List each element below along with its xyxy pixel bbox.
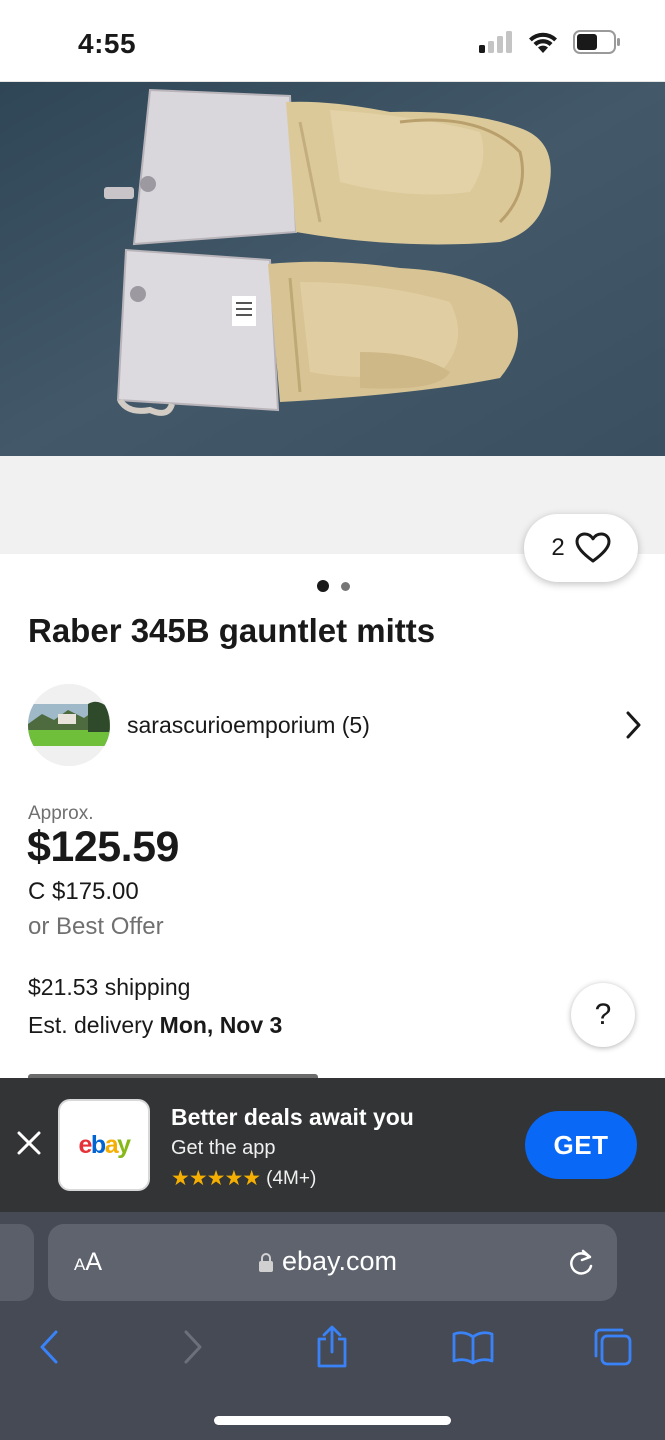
ebay-logo: ebay: [78, 1130, 132, 1159]
app-install-banner: ebay Better deals await you Get the app …: [0, 1078, 665, 1212]
star-rating-icon: ★★★★★: [171, 1167, 261, 1190]
price: $125.59: [27, 823, 179, 871]
status-icons: [479, 30, 621, 54]
shipping-cost: $21.53 shipping: [28, 974, 191, 1000]
wifi-icon: [529, 32, 557, 53]
image-pagination: [0, 580, 665, 592]
rating-count: (4M+): [266, 1167, 317, 1189]
url-display[interactable]: ebay.com: [258, 1246, 397, 1277]
reload-icon[interactable]: [567, 1248, 595, 1278]
approx-label: Approx.: [28, 803, 94, 824]
previous-tab-edge[interactable]: [0, 1224, 34, 1301]
seller-row[interactable]: sarascurioemporium (5): [28, 684, 643, 766]
seller-avatar: [28, 684, 110, 766]
address-bar[interactable]: AA ebay.com: [48, 1224, 617, 1301]
heart-icon: [575, 532, 611, 563]
lock-icon: [259, 1252, 273, 1272]
share-icon[interactable]: [307, 1322, 357, 1372]
best-offer-label: or Best Offer: [28, 913, 164, 940]
forward-icon[interactable]: [168, 1322, 218, 1372]
cellular-signal-icon: [479, 31, 512, 53]
banner-subtitle: Get the app: [171, 1137, 276, 1159]
watch-count: 2: [551, 534, 565, 561]
gauntlet-mitts-photo: [0, 82, 665, 456]
seller-name[interactable]: sarascurioemporium (5): [127, 712, 370, 739]
tabs-icon[interactable]: [588, 1322, 638, 1372]
chevron-right-icon[interactable]: [625, 710, 643, 740]
home-indicator[interactable]: [214, 1416, 451, 1425]
get-app-button[interactable]: GET: [525, 1111, 637, 1179]
help-button[interactable]: ?: [571, 983, 635, 1047]
delivery-label: Est. delivery: [28, 1012, 160, 1038]
pagination-dot[interactable]: [341, 581, 350, 591]
status-bar: 4:55: [0, 0, 665, 82]
close-icon[interactable]: [14, 1128, 44, 1158]
ebay-app-icon[interactable]: ebay: [58, 1099, 150, 1191]
text-size-button[interactable]: AA: [74, 1248, 102, 1277]
status-time: 4:55: [78, 28, 137, 59]
back-icon[interactable]: [24, 1322, 74, 1372]
product-image[interactable]: [0, 82, 665, 456]
original-currency-price: C $175.00: [28, 878, 139, 905]
pagination-dot-active[interactable]: [317, 580, 329, 592]
browser-bottom-bar: AA ebay.com: [0, 1212, 665, 1440]
app-rating: ★★★★★ (4M+): [171, 1166, 316, 1191]
bookmarks-icon[interactable]: [448, 1322, 498, 1372]
watch-button[interactable]: 2: [524, 514, 638, 582]
battery-icon: [573, 30, 620, 54]
item-title: Raber 345B gauntlet mitts: [28, 612, 436, 649]
delivery-date: Mon, Nov 3: [159, 1012, 283, 1038]
estimated-delivery: Est. delivery Mon, Nov 3: [28, 1012, 282, 1039]
browser-toolbar: [0, 1322, 665, 1372]
url-text[interactable]: ebay.com: [282, 1246, 397, 1277]
banner-title: Better deals await you: [171, 1104, 414, 1130]
